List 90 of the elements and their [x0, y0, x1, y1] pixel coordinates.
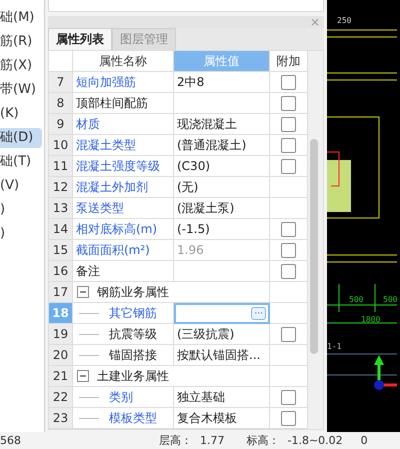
- checkbox[interactable]: [281, 138, 296, 152]
- row-number: 9: [49, 114, 73, 135]
- sidebar-item[interactable]: 础(D): [0, 128, 42, 148]
- checkbox[interactable]: [281, 390, 296, 404]
- tree-line: [79, 396, 99, 398]
- checkbox[interactable]: [281, 158, 296, 174]
- property-name: 泵送类型: [73, 198, 174, 219]
- row-number: 16: [49, 261, 73, 282]
- property-name: 截面面积(m²): [73, 240, 174, 261]
- row-number: 8: [49, 93, 73, 114]
- scrollbar[interactable]: [308, 51, 323, 429]
- property-name: 类别: [73, 387, 174, 408]
- dimension-label: 500: [349, 295, 364, 304]
- row-number: 7: [49, 72, 73, 93]
- group-label: 钢筋业务属性: [97, 284, 169, 300]
- property-name: 混凝土类型: [73, 135, 174, 156]
- property-value: (C30): [174, 156, 270, 177]
- property-name: 混凝土外加剂: [73, 177, 174, 198]
- property-name: 锚固搭接: [73, 345, 174, 366]
- row-number: 22: [49, 387, 73, 408]
- checkbox[interactable]: [281, 74, 296, 90]
- row-number: 15: [49, 240, 73, 261]
- property-value: (混凝土泵): [174, 198, 270, 219]
- row-number: 19: [49, 324, 73, 345]
- collapse-button[interactable]: [77, 286, 89, 298]
- tree-line: [79, 312, 99, 314]
- checkbox[interactable]: [281, 326, 296, 342]
- dimension-label: 1800: [361, 315, 380, 324]
- cad-canvas[interactable]: 250 500 500 1800 1-1: [327, 0, 400, 432]
- dimension-label: 250: [337, 16, 352, 25]
- sidebar-item[interactable]: ): [0, 224, 42, 244]
- status-text: -1.8~0.02: [288, 434, 343, 447]
- property-name: 备注: [73, 261, 174, 282]
- tree-line: [79, 354, 99, 356]
- row-number: 12: [49, 177, 73, 198]
- property-value: (无): [174, 177, 270, 198]
- dimension-label: 500: [383, 295, 397, 304]
- row-number: 17: [49, 282, 73, 303]
- row-number: 20: [49, 345, 73, 366]
- property-name: 其它钢筋: [73, 303, 174, 324]
- property-value: 现浇混凝土: [174, 114, 270, 135]
- collapse-button[interactable]: [77, 370, 89, 382]
- sidebar-item[interactable]: 筋(R): [0, 32, 42, 52]
- property-name: 混凝土强度等级: [73, 156, 174, 177]
- property-name: 模板类型: [73, 408, 174, 429]
- more-button[interactable]: ···: [251, 307, 266, 320]
- row-number: 18: [49, 303, 73, 324]
- sidebar-item[interactable]: ): [0, 200, 42, 220]
- property-name: 抗震等级: [73, 324, 174, 345]
- status-text: 层高：: [159, 433, 192, 448]
- row-number: 21: [49, 366, 73, 387]
- row-number: 10: [49, 135, 73, 156]
- property-value: 1.96: [174, 240, 270, 261]
- checkbox[interactable]: [281, 264, 296, 278]
- sidebar-item[interactable]: 带(W): [0, 80, 42, 100]
- property-name: 材质: [73, 114, 174, 135]
- row-number: 23: [49, 408, 73, 429]
- property-value: 按默认锚固搭...: [174, 345, 270, 366]
- axis-gizmo-icon: [374, 355, 397, 390]
- property-value: 独立基础: [174, 387, 270, 408]
- column-header[interactable]: 附加: [270, 51, 308, 72]
- sidebar-item[interactable]: 筋(X): [0, 56, 42, 76]
- status-text: 标高：: [246, 433, 280, 448]
- row-number: 13: [49, 198, 73, 219]
- status-text: 568: [0, 434, 21, 447]
- value-field[interactable]: ···: [174, 303, 270, 324]
- property-name: 相对底标高(m): [73, 219, 174, 240]
- row-number: 11: [49, 156, 73, 177]
- status-text: 0: [360, 434, 368, 447]
- checkbox[interactable]: [281, 116, 296, 132]
- property-name: 顶部柱间配筋: [73, 93, 174, 114]
- checkbox[interactable]: [281, 96, 296, 110]
- sidebar-item[interactable]: (V): [0, 176, 42, 196]
- checkbox[interactable]: [281, 410, 296, 426]
- property-value: (-1.5): [174, 219, 270, 240]
- property-value: 复合木模板: [174, 408, 270, 429]
- sidebar-item[interactable]: 础(T): [0, 152, 42, 172]
- sidebar-item[interactable]: 础(M): [0, 8, 42, 28]
- property-name: 短向加强筋: [73, 72, 174, 93]
- status-text: 1.77: [200, 434, 224, 447]
- group-label: 土建业务属性: [97, 368, 169, 384]
- column-header[interactable]: 属性名称: [73, 51, 174, 72]
- checkbox[interactable]: [281, 222, 296, 236]
- sidebar-item[interactable]: (K): [0, 104, 42, 124]
- dimension-label: 1-1: [327, 342, 342, 351]
- property-value: (三级抗震): [174, 324, 270, 345]
- property-value: (普通混凝土): [174, 135, 270, 156]
- property-value: 2中8: [174, 72, 270, 93]
- tab[interactable]: 属性列表: [48, 28, 112, 50]
- row-number: 14: [49, 219, 73, 240]
